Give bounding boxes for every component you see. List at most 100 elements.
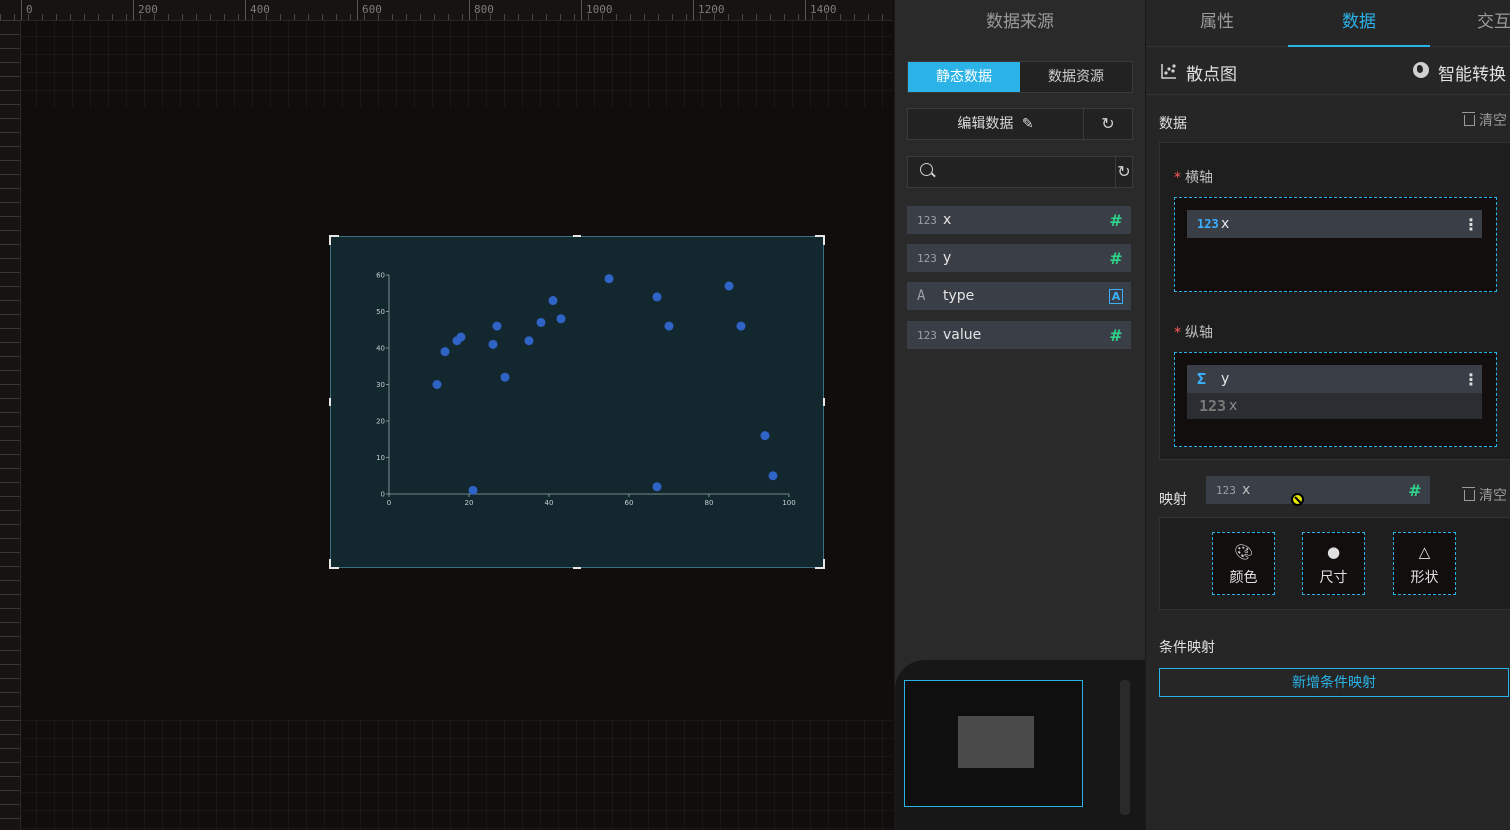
chart-type-row: 散点图 智能转换 bbox=[1146, 48, 1510, 95]
text-badge-icon: A bbox=[1101, 288, 1131, 304]
number-type-icon: 123 bbox=[1216, 483, 1236, 497]
mapping-box: 🎨︎ 颜色 ● 尺寸 △ 形状 bbox=[1159, 517, 1510, 610]
x-axis-label-text: 横轴 bbox=[1185, 170, 1213, 186]
no-drop-cursor-icon bbox=[1291, 493, 1304, 506]
trash-icon bbox=[1462, 112, 1475, 126]
scatter-point bbox=[768, 471, 778, 481]
resize-handle-bottom-right[interactable] bbox=[815, 559, 825, 569]
resize-handle-top-left[interactable] bbox=[329, 235, 339, 245]
scatter-point bbox=[652, 292, 662, 302]
scatter-point bbox=[536, 317, 546, 327]
scatter-chart-widget[interactable]: 0 20 40 60 80 100 0 10 20 30 40 50 60 bbox=[329, 235, 825, 569]
minimap-container bbox=[895, 660, 1145, 830]
minimap-scrollbar[interactable] bbox=[1120, 680, 1130, 815]
more-options-icon[interactable]: ⋮ bbox=[1460, 215, 1482, 234]
design-canvas[interactable]: 0 200 400 600 800 1000 1200 1400 0 20 40 60… bbox=[0, 0, 893, 830]
field-name: value bbox=[943, 327, 982, 343]
scatter-chart-icon bbox=[1161, 64, 1176, 79]
config-tabs: 属性 数据 交互 bbox=[1146, 0, 1510, 47]
number-badge-icon: # bbox=[1109, 325, 1123, 345]
search-input[interactable] bbox=[908, 157, 1116, 187]
x-tick-label: 100 bbox=[782, 499, 795, 507]
number-badge-icon: # bbox=[1408, 480, 1422, 500]
x-axis-field-pill[interactable]: 123 x ⋮ bbox=[1187, 210, 1482, 238]
number-type-icon: 123 bbox=[917, 251, 937, 265]
field-name: x bbox=[1242, 482, 1251, 498]
horizontal-ruler: 0 200 400 600 800 1000 1200 1400 bbox=[0, 0, 893, 21]
ruler-major-tick bbox=[245, 0, 246, 20]
globe-icon[interactable] bbox=[1413, 62, 1429, 78]
clear-label: 清空 bbox=[1479, 488, 1507, 504]
trash-icon bbox=[1462, 487, 1475, 501]
x-axis-label: * 横轴 bbox=[1174, 167, 1213, 187]
shape-mapping-label: 形状 bbox=[1410, 570, 1439, 586]
resize-handle-bottom-left[interactable] bbox=[329, 559, 339, 569]
ruler-major-tick bbox=[357, 0, 358, 20]
y-axis-dropzone[interactable]: Σ y ⋮ 123 x bbox=[1174, 352, 1497, 447]
add-condition-mapping-button[interactable]: 新增条件映射 bbox=[1159, 668, 1509, 697]
scatter-point bbox=[440, 347, 450, 357]
tab-data[interactable]: 数据 bbox=[1288, 0, 1430, 47]
y-axis-label-text: 纵轴 bbox=[1185, 325, 1213, 341]
ruler-label: 200 bbox=[138, 3, 158, 16]
ruler-major-tick bbox=[133, 0, 134, 20]
required-mark: * bbox=[1174, 170, 1181, 186]
required-mark: * bbox=[1174, 325, 1181, 341]
text-badge-letter: A bbox=[1108, 288, 1124, 304]
text-type-icon: A bbox=[917, 288, 926, 304]
field-item-x[interactable]: 123 x # bbox=[907, 206, 1131, 234]
y-tick-label: 0 bbox=[381, 491, 385, 499]
resize-handle-top-right[interactable] bbox=[815, 235, 825, 245]
tab-static-data[interactable]: 静态数据 bbox=[908, 62, 1020, 92]
field-item-type[interactable]: A type A bbox=[907, 282, 1131, 310]
y-axis-label: * 纵轴 bbox=[1174, 322, 1213, 342]
scatter-point bbox=[524, 336, 534, 346]
config-panel: 属性 数据 交互 散点图 智能转换 数据 清空 * 横轴 123 x ⋮ * 纵轴 bbox=[1145, 0, 1510, 830]
shape-mapping-button[interactable]: △ 形状 bbox=[1393, 532, 1456, 595]
number-type-icon: 123 bbox=[1199, 397, 1227, 415]
field-name: type bbox=[943, 288, 975, 304]
tab-interaction[interactable]: 交互 bbox=[1430, 0, 1510, 46]
ruler-major-tick bbox=[693, 0, 694, 20]
tab-data-resource[interactable]: 数据资源 bbox=[1020, 62, 1132, 92]
clear-label: 清空 bbox=[1479, 113, 1507, 129]
mapping-field[interactable]: 123 x # bbox=[1206, 476, 1430, 504]
edit-data-button[interactable]: 编辑数据 ✎ bbox=[908, 109, 1084, 139]
clear-data-button[interactable]: 清空 bbox=[1462, 110, 1507, 130]
color-mapping-button[interactable]: 🎨︎ 颜色 bbox=[1212, 532, 1275, 595]
edit-data-row: 编辑数据 ✎ ↻ bbox=[907, 108, 1133, 140]
more-options-icon[interactable]: ⋮ bbox=[1460, 370, 1482, 389]
scatter-point bbox=[456, 332, 466, 342]
number-type-icon: 123 bbox=[917, 213, 937, 227]
field-item-y[interactable]: 123 y # bbox=[907, 244, 1131, 272]
ruler-major-tick bbox=[21, 0, 22, 20]
resize-handle-right[interactable] bbox=[823, 398, 825, 406]
scatter-point bbox=[468, 485, 478, 495]
resize-handle-bottom[interactable] bbox=[573, 567, 581, 569]
clear-mapping-button[interactable]: 清空 bbox=[1462, 485, 1507, 505]
search-icon bbox=[920, 163, 933, 176]
scatter-chart: 0 20 40 60 80 100 0 10 20 30 40 50 60 bbox=[376, 272, 796, 508]
minimap-viewport[interactable] bbox=[958, 716, 1034, 768]
resize-handle-left[interactable] bbox=[329, 398, 331, 406]
data-source-title: 数据来源 bbox=[986, 12, 1054, 32]
ghost-field-name: x bbox=[1229, 398, 1238, 414]
refresh-icon[interactable]: ↻ bbox=[1116, 157, 1132, 187]
size-mapping-button[interactable]: ● 尺寸 bbox=[1302, 532, 1365, 595]
y-tick-label: 60 bbox=[376, 272, 385, 280]
y-tick-label: 20 bbox=[376, 418, 385, 426]
refresh-icon[interactable]: ↻ bbox=[1084, 109, 1132, 139]
x-axis-dropzone[interactable]: 123 x ⋮ bbox=[1174, 197, 1497, 292]
x-tick-label: 40 bbox=[545, 499, 554, 507]
smart-convert-button[interactable]: 智能转换 bbox=[1438, 60, 1506, 85]
scatter-point bbox=[760, 431, 770, 441]
y-axis-field-pill[interactable]: Σ y ⋮ bbox=[1187, 365, 1482, 393]
field-item-value[interactable]: 123 value # bbox=[907, 321, 1131, 349]
chart-type-name: 散点图 bbox=[1186, 65, 1237, 85]
resize-handle-top[interactable] bbox=[573, 235, 581, 237]
x-tick-label: 0 bbox=[387, 499, 391, 507]
tab-properties[interactable]: 属性 bbox=[1146, 0, 1288, 46]
x-tick-label: 80 bbox=[705, 499, 714, 507]
palette-icon: 🎨︎ bbox=[1233, 543, 1254, 561]
minimap[interactable] bbox=[904, 680, 1083, 807]
